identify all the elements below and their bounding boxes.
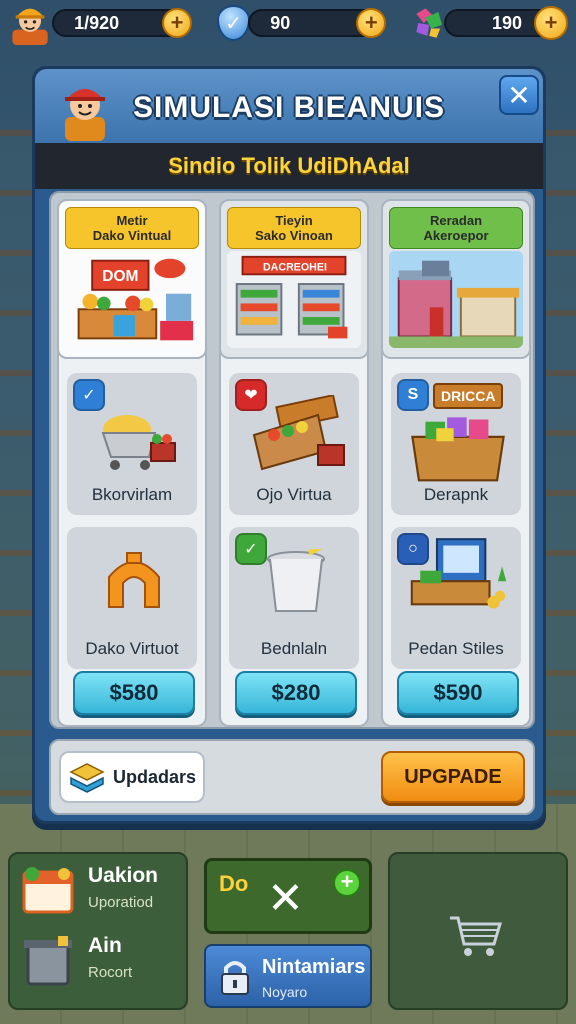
shop-column-1: Metir Dako Vintual DOM ✓ Bkorvirlam Dako… (57, 199, 207, 727)
store-card-title: Tieyin Sako Vinoan (227, 207, 361, 249)
modal-header: SIMULASI BIEANUIS ✕ (35, 69, 543, 147)
shop-item-2-1[interactable]: ❤ Ojo Virtua (229, 373, 359, 515)
store-card-title: Metir Dako Vintual (65, 207, 199, 249)
subtitle-bar: Sindio Tolik UdiDhAdal (35, 143, 543, 189)
trash-bin-icon (267, 549, 325, 612)
shop-item-1-2[interactable]: Dako Virtuot (67, 527, 197, 669)
updaters-button[interactable]: Updadars (59, 751, 205, 803)
storefront-illustration (389, 251, 523, 349)
stack-icon (69, 763, 105, 793)
do-label: Do (219, 871, 249, 896)
bottom-row-subtitle: Uporatiod (88, 894, 154, 911)
gems-plus-button[interactable]: + (534, 6, 569, 40)
business-simulation-modal: SIMULASI BIEANUIS ✕ Sindio Tolik UdiDhAd… (32, 66, 546, 824)
store-card-3[interactable]: Reradan Akeroepor (381, 199, 531, 359)
store-card-2[interactable]: Tieyin Sako Vinoan DACREOHEI (219, 199, 369, 359)
shop-item-3-2[interactable]: ○ Pedan Stiles (391, 527, 521, 669)
bottom-action-nintamiars[interactable]: Nintamiars Noyaro (204, 944, 372, 1008)
arch-decoration-icon (108, 552, 160, 608)
modal-subtitle: Sindio Tolik UdiDhAdal (168, 153, 410, 178)
item-label: Derapnk (423, 485, 489, 504)
store-card-1[interactable]: Metir Dako Vintual DOM (57, 199, 207, 359)
item-badge-icon: ✓ (73, 379, 105, 411)
item-badge-icon: ○ (397, 533, 429, 565)
crate-icon (22, 867, 74, 914)
market-stall-illustration: DOM (65, 251, 199, 349)
bottom-row-subtitle: Rocort (88, 964, 133, 981)
shop-item-2-2[interactable]: ✓ Bednlaln (229, 527, 359, 669)
gem-icon (416, 8, 443, 38)
energy-counter: 90 + (248, 7, 387, 39)
item-badge-icon: S (397, 379, 429, 411)
add-icon[interactable]: + (333, 869, 361, 897)
item-tag: DRICCA (433, 383, 504, 409)
coins-counter: 1/920 + (52, 7, 193, 39)
item-label: Ojo Virtua (256, 485, 332, 504)
bottom-action-do[interactable]: Do ✕ + (204, 858, 372, 934)
gems-counter: 190 + (444, 6, 569, 40)
shop-grid: Metir Dako Vintual DOM ✓ Bkorvirlam Dako… (49, 191, 535, 729)
item-label: Dako Virtuot (85, 639, 179, 658)
shop-item-1-1[interactable]: ✓ Bkorvirlam (67, 373, 197, 515)
store-card-sign: DACREOHEI (263, 261, 327, 273)
shop-column-2: Tieyin Sako Vinoan DACREOHEI ❤ Ojo Virtu… (219, 199, 369, 727)
bottom-panel-left: Uakion Uporatiod Ain Rocort (8, 852, 188, 1010)
shop-item-3-1[interactable]: S DRICCA Derapnk (391, 373, 521, 515)
item-label: Bkorvirlam (91, 485, 173, 504)
bottom-row-aim[interactable]: Ain Rocort (20, 928, 180, 992)
upgrade-button[interactable]: UPGPADE (381, 751, 525, 803)
bottom-row-title: Uakion (88, 864, 159, 887)
store-card-sign: DOM (102, 268, 138, 285)
store-card-title: Reradan Akeroepor (389, 207, 523, 249)
crate-icon (411, 417, 505, 482)
bottom-row-title: Ain (88, 934, 122, 957)
item-badge-icon: ❤ (235, 379, 267, 411)
close-icon[interactable]: ✕ (267, 877, 304, 921)
buy-price-button-2[interactable]: $280 (235, 671, 357, 715)
coins-plus-button[interactable]: + (162, 8, 193, 38)
modal-title: SIMULASI BIEANUIS (132, 91, 446, 124)
mascot-avatar-icon (65, 89, 105, 141)
nintamiars-title: Nintamiars (262, 956, 366, 978)
item-label: Bednlaln (260, 639, 328, 658)
modal-footer: Updadars UPGPADE (49, 739, 535, 815)
shield-energy-icon: ✓ (216, 5, 251, 41)
resource-bar: 1/920 + ✓ 90 + 190 + (0, 0, 576, 46)
bin-icon (24, 936, 72, 986)
buy-price-button-3[interactable]: $590 (397, 671, 519, 715)
energy-plus-button[interactable]: + (356, 8, 387, 38)
buy-price-button-1[interactable]: $580 (73, 671, 195, 715)
item-label: Pedan Stiles (408, 639, 504, 658)
bottom-row-action[interactable]: Uakion Uporatiod (20, 858, 180, 922)
lock-icon (221, 961, 249, 995)
nintamiars-subtitle: Noyaro (262, 984, 308, 1000)
shopping-cart-icon[interactable] (446, 910, 506, 960)
bottom-panel-right[interactable] (388, 852, 568, 1010)
updaters-label: Updadars (113, 766, 197, 787)
supermarket-illustration: DACREOHEI (227, 251, 361, 349)
shop-column-3: Reradan Akeroepor S DRICCA Derapnk ○ Ped… (381, 199, 531, 727)
shopping-cart-icon (101, 415, 176, 470)
close-button[interactable]: ✕ (499, 75, 539, 115)
player-avatar-icon[interactable] (8, 0, 52, 46)
item-badge-icon: ✓ (235, 533, 267, 565)
